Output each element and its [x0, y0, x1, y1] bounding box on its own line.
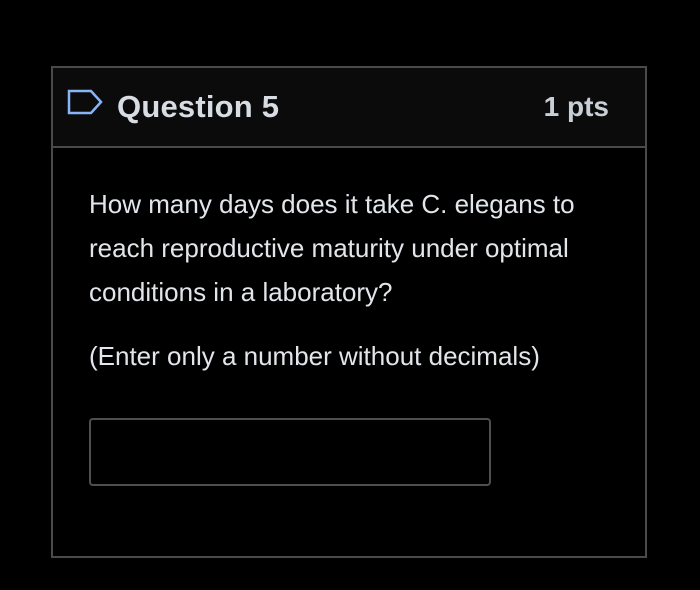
question-instruction: (Enter only a number without decimals) — [89, 341, 540, 371]
flag-outline-icon[interactable] — [67, 89, 103, 117]
question-header: Question 5 1 pts — [53, 68, 645, 148]
answer-input[interactable] — [89, 418, 491, 486]
question-body: How many days does it take C. elegans to… — [53, 148, 645, 486]
question-card: Question 5 1 pts How many days does it t… — [51, 66, 647, 558]
question-points: 1 pts — [543, 91, 609, 122]
question-title: Question 5 — [117, 89, 280, 124]
question-text: How many days does it take C. elegans to… — [89, 189, 575, 307]
